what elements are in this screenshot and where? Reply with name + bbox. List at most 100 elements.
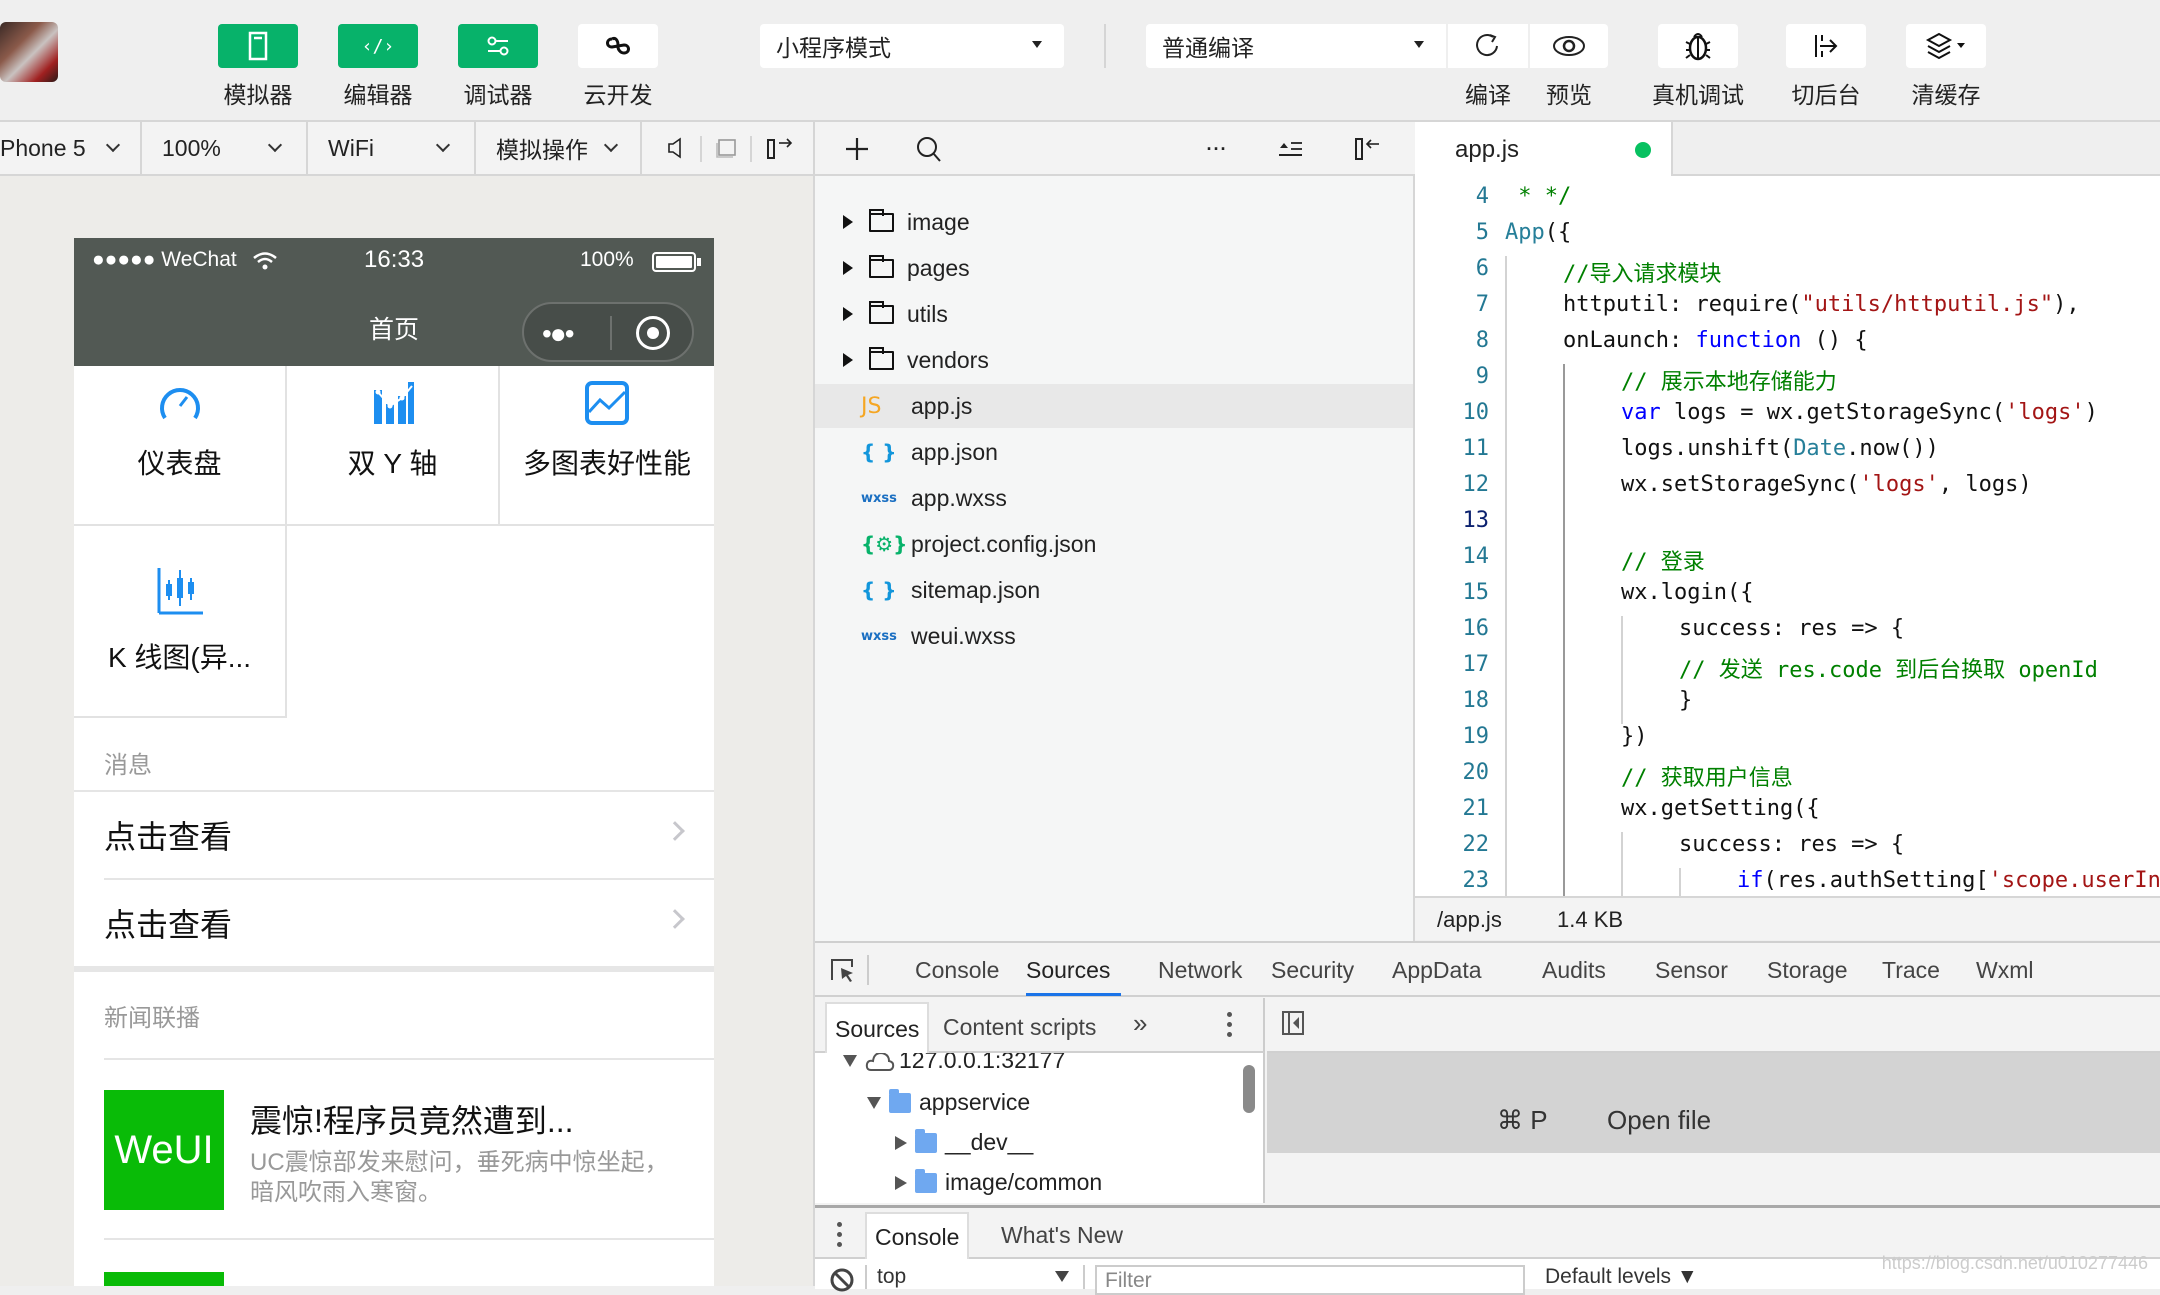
tree-file-app-wxss[interactable]: wxss app.wxss (815, 476, 1413, 520)
grid-item-kline[interactable]: K 线图(异... (74, 526, 287, 718)
message-cell[interactable]: 点击查看 (74, 792, 714, 878)
switch-background-icon (1815, 35, 1838, 57)
clear-console-icon[interactable] (829, 1267, 855, 1293)
remote-debug-button[interactable] (1658, 24, 1738, 68)
simulate-ops-select[interactable]: 模拟操作 (476, 122, 642, 174)
devtools-tab-wxml[interactable]: Wxml (1976, 957, 2033, 984)
device-select[interactable]: Phone 5 (0, 122, 142, 174)
console-filter-input[interactable]: Filter (1095, 1265, 1525, 1295)
cloud-icon (865, 1053, 895, 1071)
indent-guide (1505, 292, 1507, 328)
compile-button[interactable] (1448, 24, 1528, 68)
devtools-tabbar: Console Sources Network Security AppData Audi… (815, 943, 2160, 997)
clock-label: 16:33 (364, 246, 425, 273)
indent-guide (1505, 328, 1507, 364)
network-select[interactable]: WiFi (308, 122, 476, 174)
indent-guide (1563, 724, 1565, 760)
devtools-tab-storage[interactable]: Storage (1767, 957, 1848, 984)
switch-background-button[interactable] (1786, 24, 1866, 68)
log-levels-select[interactable]: Default levels ▼ (1545, 1265, 1698, 1289)
message-cell-label: 点击查看 (104, 819, 233, 855)
detach-simulator-button[interactable] (760, 134, 800, 162)
debugger-toggle-button[interactable] (458, 24, 538, 68)
editor-tab-app-js[interactable]: app.js (1415, 122, 1673, 178)
battery-icon (652, 252, 696, 272)
source-tree-folder[interactable]: appservice (867, 1088, 1030, 1116)
simulator-panel: ●●●●● WeChat 16:33 100% 首页 •●• 仪表盘 双 Y 轴 (0, 176, 815, 1286)
compile-mode-dropdown[interactable]: 普通编译 (1146, 24, 1446, 68)
tree-file-weui-wxss[interactable]: wxss weui.wxss (815, 614, 1413, 658)
editor-toggle-button[interactable]: ‹/› (338, 24, 418, 68)
news-thumbnail (104, 1272, 224, 1286)
layers-icon (1925, 32, 1965, 60)
message-cell[interactable]: 点击查看 (74, 880, 714, 966)
wifi-icon (253, 252, 277, 270)
inspect-element-icon[interactable] (829, 957, 857, 985)
tree-file-app-js[interactable]: JS app.js (815, 384, 1413, 428)
tree-file-sitemap-json[interactable]: { } sitemap.json (815, 568, 1413, 612)
devtools-tab-appdata[interactable]: AppData (1392, 957, 1482, 984)
simulator-toggle-button[interactable] (218, 24, 298, 68)
code-line: // 展示本地存储能力 (1621, 370, 1837, 395)
tree-folder-pages[interactable]: pages (815, 246, 1413, 290)
devtools-tab-trace[interactable]: Trace (1882, 957, 1940, 984)
grid-item-dual-axis[interactable]: 双 Y 轴 (287, 366, 500, 526)
devtools-tab-security[interactable]: Security (1271, 957, 1354, 984)
drawer-menu-icon[interactable] (837, 1222, 843, 1248)
zoom-select[interactable]: 100% (142, 122, 308, 174)
line-number: 21 (1462, 796, 1490, 821)
window-mode-button[interactable] (712, 134, 740, 162)
active-tab-indicator (1026, 993, 1121, 996)
cloud-dev-button[interactable] (578, 24, 658, 68)
collapse-all-button[interactable] (1274, 132, 1308, 166)
preview-button[interactable] (1530, 24, 1608, 68)
mode-dropdown[interactable]: 小程序模式 (760, 24, 1064, 68)
tree-folder-vendors[interactable]: vendors (815, 338, 1413, 382)
divider (700, 136, 702, 162)
news-item[interactable]: WeUI 震惊!程序员竟然遭到... UC震惊部发来慰问，垂死病中惊坐起，暗风吹… (74, 1060, 714, 1240)
tree-item-label: vendors (907, 346, 989, 373)
source-tree-label: 127.0.0.1:32177 (899, 1053, 1066, 1073)
tree-item-label: sitemap.json (911, 576, 1041, 603)
tree-file-project-config-json[interactable]: {⚙} project.config.json (815, 522, 1413, 566)
more-tabs-button[interactable]: » (1133, 1008, 1147, 1039)
toggle-navigator-icon[interactable] (1281, 1010, 1305, 1036)
more-options-button[interactable]: ··· (1200, 132, 1234, 166)
devtools-tab-sensor[interactable]: Sensor (1655, 957, 1728, 984)
tree-file-app-json[interactable]: { } app.json (815, 430, 1413, 474)
scrollbar-thumb[interactable] (1243, 1065, 1255, 1113)
drawer-tab-whats-new[interactable]: What's New (1001, 1222, 1123, 1249)
search-files-button[interactable] (912, 132, 946, 166)
kebab-menu-icon[interactable] (1227, 1012, 1233, 1038)
clear-cache-button[interactable] (1906, 24, 1986, 68)
devtools-tab-console[interactable]: Console (915, 957, 999, 984)
grid-item-gauge[interactable]: 仪表盘 (74, 366, 287, 526)
divider (1083, 1265, 1085, 1289)
context-select[interactable]: top (877, 1265, 906, 1289)
devtools-tab-audits[interactable]: Audits (1542, 957, 1606, 984)
tree-folder-image[interactable]: image (815, 200, 1413, 244)
drawer-tab-console[interactable]: Console (865, 1212, 970, 1260)
hide-tree-button[interactable] (1348, 132, 1388, 166)
capsule-menu: •●• (522, 302, 694, 362)
indent-guide (1505, 400, 1507, 436)
tree-item-label: image (907, 208, 970, 235)
mute-button[interactable] (662, 134, 688, 162)
capsule-more-icon[interactable]: •●• (542, 318, 575, 350)
sources-subtab-content-scripts[interactable]: Content scripts (943, 1014, 1096, 1041)
battery-tip (697, 258, 701, 266)
grid-item-multi-chart[interactable]: 多图表好性能 (500, 366, 714, 526)
devtools-tab-sources[interactable]: Sources (1026, 957, 1110, 984)
sources-subtab-sources[interactable]: Sources (825, 1002, 930, 1054)
tree-folder-utils[interactable]: utils (815, 292, 1413, 336)
user-avatar[interactable] (0, 22, 58, 82)
source-tree-folder[interactable]: __dev__ (895, 1128, 1033, 1156)
switch-background-label: 切后台 (1791, 82, 1861, 108)
capsule-close-icon[interactable] (636, 316, 670, 350)
caret-down-icon (1032, 41, 1042, 48)
code-editor[interactable]: 4 5 6 7 8 9 10 11 12 13 14 15 16 17 18 19 20 21 22 23 * */ A… (1415, 176, 2160, 896)
source-tree-folder[interactable]: image/common (895, 1168, 1102, 1196)
source-tree-origin[interactable]: 127.0.0.1:32177 (843, 1053, 1065, 1074)
devtools-tab-network[interactable]: Network (1158, 957, 1242, 984)
add-file-button[interactable] (840, 132, 874, 166)
